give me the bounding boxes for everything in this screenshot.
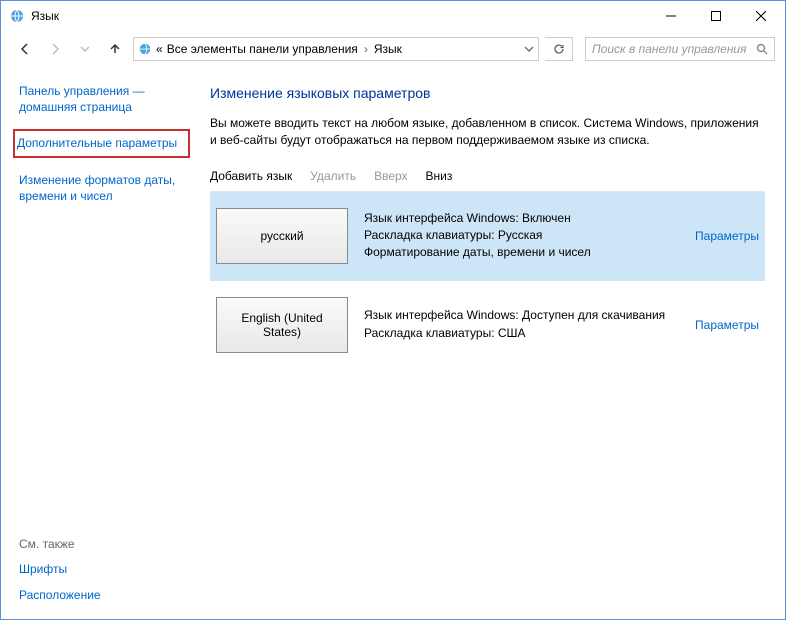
language-list: русский Язык интерфейса Windows: Включен… (210, 191, 765, 370)
language-info: Язык интерфейса Windows: Включен Расклад… (364, 210, 679, 262)
language-options-link[interactable]: Параметры (695, 318, 759, 332)
breadcrumb-item[interactable]: Язык (374, 42, 402, 56)
back-button[interactable] (13, 37, 37, 61)
remove-language-button[interactable]: Удалить (310, 169, 356, 183)
search-box[interactable]: Поиск в панели управления (585, 37, 775, 61)
sidebar-link-region[interactable]: Расположение (19, 587, 186, 603)
language-info-line: Язык интерфейса Windows: Доступен для ск… (364, 307, 679, 324)
breadcrumb-item[interactable]: Все элементы панели управления (167, 42, 358, 56)
language-tile[interactable]: English (United States) (216, 297, 348, 353)
move-up-button[interactable]: Вверх (374, 169, 407, 183)
main-panel: Изменение языковых параметров Вы можете … (196, 67, 785, 619)
page-description: Вы можете вводить текст на любом языке, … (210, 115, 765, 149)
address-bar[interactable]: « Все элементы панели управления › Язык (133, 37, 539, 61)
sidebar: Панель управления — домашняя страница До… (1, 67, 196, 619)
language-row[interactable]: русский Язык интерфейса Windows: Включен… (210, 192, 765, 281)
sidebar-link-formats[interactable]: Изменение форматов даты, времени и чисел (19, 172, 186, 204)
minimize-button[interactable] (648, 1, 693, 31)
language-info-line: Раскладка клавиатуры: США (364, 325, 679, 342)
sidebar-link-advanced[interactable]: Дополнительные параметры (13, 129, 190, 157)
up-button[interactable] (103, 37, 127, 61)
title-bar: Язык (1, 1, 785, 31)
language-row[interactable]: English (United States) Язык интерфейса … (210, 281, 765, 370)
page-heading: Изменение языковых параметров (210, 85, 765, 101)
app-icon (9, 8, 25, 24)
navigation-bar: « Все элементы панели управления › Язык … (1, 31, 785, 67)
forward-button[interactable] (43, 37, 67, 61)
maximize-button[interactable] (693, 1, 738, 31)
language-info: Язык интерфейса Windows: Доступен для ск… (364, 307, 679, 342)
control-panel-icon (138, 42, 152, 56)
search-placeholder: Поиск в панели управления (592, 42, 750, 56)
refresh-button[interactable] (545, 37, 573, 61)
move-down-button[interactable]: Вниз (426, 169, 453, 183)
language-options-link[interactable]: Параметры (695, 229, 759, 243)
sidebar-link-home[interactable]: Панель управления — домашняя страница (19, 83, 186, 115)
search-icon (756, 43, 768, 55)
window-title: Язык (31, 9, 59, 23)
chevron-right-icon[interactable]: › (362, 42, 370, 56)
close-button[interactable] (738, 1, 783, 31)
recent-dropdown[interactable] (73, 37, 97, 61)
language-toolbar: Добавить язык Удалить Вверх Вниз (210, 163, 765, 191)
add-language-button[interactable]: Добавить язык (210, 169, 292, 183)
language-info-line: Раскладка клавиатуры: Русская (364, 227, 679, 244)
sidebar-link-fonts[interactable]: Шрифты (19, 561, 186, 577)
address-dropdown[interactable] (524, 44, 534, 54)
breadcrumb-prefix: « (156, 42, 163, 56)
language-tile[interactable]: русский (216, 208, 348, 264)
language-info-line: Язык интерфейса Windows: Включен (364, 210, 679, 227)
see-also-heading: См. также (19, 537, 186, 551)
content-area: Панель управления — домашняя страница До… (1, 67, 785, 619)
language-info-line: Форматирование даты, времени и чисел (364, 244, 679, 261)
